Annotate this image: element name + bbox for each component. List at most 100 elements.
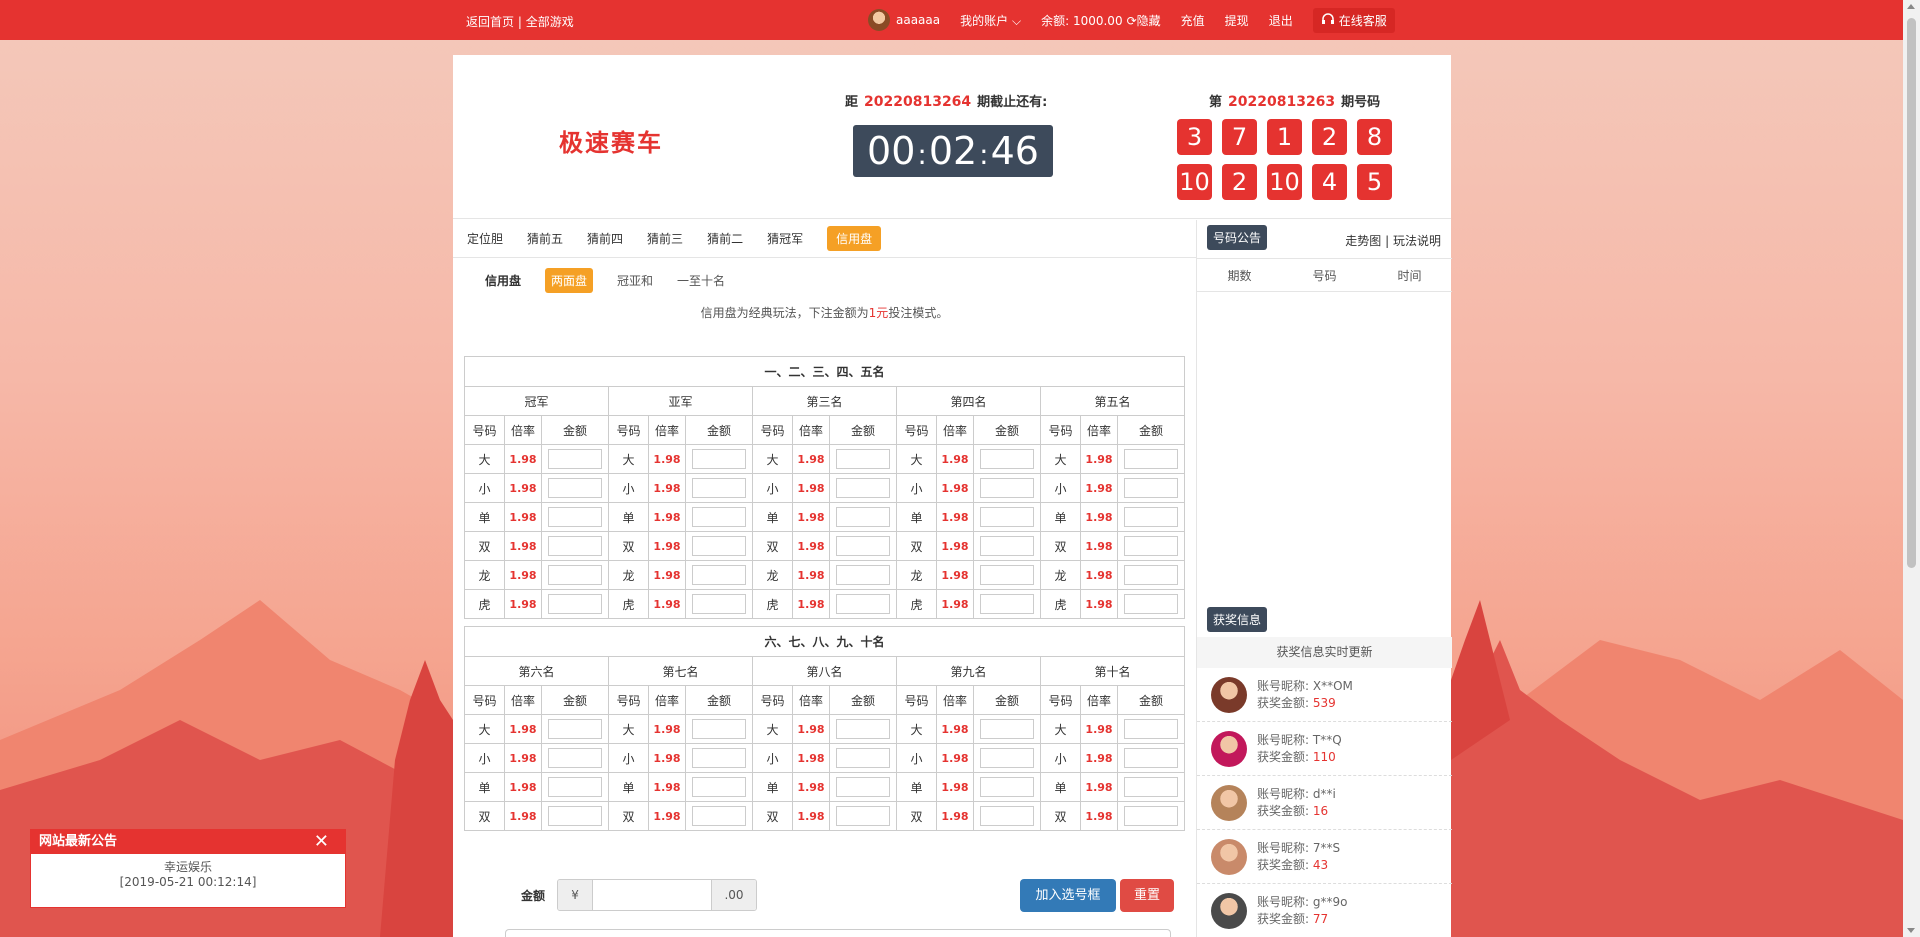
bet-amount-input[interactable] xyxy=(692,449,746,469)
bet-code[interactable]: 小 xyxy=(464,473,505,503)
bet-amount-input[interactable] xyxy=(1124,449,1179,469)
bet-code[interactable]: 龙 xyxy=(1040,560,1081,590)
bet-code[interactable]: 双 xyxy=(608,801,649,831)
bet-amount-input[interactable] xyxy=(836,565,890,585)
bet-code[interactable]: 单 xyxy=(608,772,649,802)
tab-6[interactable]: 信用盘 xyxy=(827,226,882,251)
bet-code[interactable]: 小 xyxy=(896,743,937,773)
bet-code[interactable]: 龙 xyxy=(464,560,505,590)
bet-code[interactable]: 虎 xyxy=(608,589,649,619)
user-avatar[interactable] xyxy=(868,9,890,31)
bet-amount-input[interactable] xyxy=(836,594,890,614)
bet-amount-input[interactable] xyxy=(1124,594,1179,614)
bet-code[interactable]: 小 xyxy=(1040,743,1081,773)
tab-2[interactable]: 猜前四 xyxy=(587,227,623,250)
bet-code[interactable]: 单 xyxy=(608,502,649,532)
bet-code[interactable]: 小 xyxy=(608,473,649,503)
bet-code[interactable]: 单 xyxy=(1040,502,1081,532)
bet-code[interactable]: 大 xyxy=(1040,714,1081,744)
bet-amount-input[interactable] xyxy=(1124,806,1179,826)
bet-amount-input[interactable] xyxy=(692,748,746,768)
scroll-up-icon[interactable] xyxy=(1907,4,1915,9)
bet-code[interactable]: 大 xyxy=(896,444,937,474)
bet-code[interactable]: 双 xyxy=(464,531,505,561)
tab-0[interactable]: 定位胆 xyxy=(467,227,503,250)
bet-amount-input[interactable] xyxy=(980,507,1034,527)
bet-code[interactable]: 单 xyxy=(752,772,793,802)
bet-code[interactable]: 双 xyxy=(752,531,793,561)
bet-amount-input[interactable] xyxy=(836,449,890,469)
rules-link[interactable]: 玩法说明 xyxy=(1393,234,1441,248)
bet-code[interactable]: 大 xyxy=(464,714,505,744)
scroll-thumb[interactable] xyxy=(1907,18,1916,568)
bet-amount-input[interactable] xyxy=(548,594,602,614)
bet-code[interactable]: 虎 xyxy=(464,589,505,619)
bet-amount-input[interactable] xyxy=(980,594,1034,614)
bet-code[interactable]: 大 xyxy=(752,444,793,474)
bet-code[interactable]: 龙 xyxy=(608,560,649,590)
bet-amount-input[interactable] xyxy=(980,449,1034,469)
bet-amount-input[interactable] xyxy=(836,777,890,797)
bet-amount-input[interactable] xyxy=(548,565,602,585)
all-games-link[interactable]: 全部游戏 xyxy=(526,15,574,29)
withdraw-link[interactable]: 提现 xyxy=(1225,12,1249,29)
bet-amount-input[interactable] xyxy=(836,719,890,739)
bet-code[interactable]: 大 xyxy=(608,714,649,744)
tab-4[interactable]: 猜前二 xyxy=(707,227,743,250)
subtab-champion-sum[interactable]: 冠亚和 xyxy=(617,272,653,289)
bet-amount-input[interactable] xyxy=(1124,719,1179,739)
bet-amount-input[interactable] xyxy=(548,719,602,739)
close-icon[interactable]: ✕ xyxy=(314,830,329,854)
bet-code[interactable]: 双 xyxy=(608,531,649,561)
bet-amount-input[interactable] xyxy=(1124,777,1179,797)
bet-code[interactable]: 大 xyxy=(608,444,649,474)
hide-balance-toggle[interactable]: ⟳隐藏 xyxy=(1127,12,1161,29)
bet-amount-input[interactable] xyxy=(980,719,1034,739)
bet-amount-input[interactable] xyxy=(1124,748,1179,768)
bet-amount-input[interactable] xyxy=(980,478,1034,498)
bet-amount-input[interactable] xyxy=(836,748,890,768)
bet-amount-input[interactable] xyxy=(548,449,602,469)
subtab-one-to-ten[interactable]: 一至十名 xyxy=(677,272,725,289)
bet-code[interactable]: 单 xyxy=(464,502,505,532)
bet-amount-input[interactable] xyxy=(1124,478,1179,498)
home-link[interactable]: 返回首页 xyxy=(466,15,514,29)
bet-amount-input[interactable] xyxy=(836,806,890,826)
bet-code[interactable]: 大 xyxy=(1040,444,1081,474)
bet-amount-input[interactable] xyxy=(980,565,1034,585)
bet-amount-input[interactable] xyxy=(692,565,746,585)
bet-amount-input[interactable] xyxy=(1124,536,1179,556)
bet-code[interactable]: 单 xyxy=(752,502,793,532)
bet-code[interactable]: 小 xyxy=(752,743,793,773)
bet-amount-input[interactable] xyxy=(548,536,602,556)
bet-code[interactable]: 单 xyxy=(1040,772,1081,802)
bet-amount-input[interactable] xyxy=(548,507,602,527)
bet-code[interactable]: 小 xyxy=(896,473,937,503)
tab-3[interactable]: 猜前三 xyxy=(647,227,683,250)
bet-amount-input[interactable] xyxy=(692,806,746,826)
bet-amount-input[interactable] xyxy=(692,507,746,527)
bet-amount-input[interactable] xyxy=(980,806,1034,826)
bet-amount-input[interactable] xyxy=(692,536,746,556)
bet-code[interactable]: 小 xyxy=(608,743,649,773)
bet-code[interactable]: 虎 xyxy=(896,589,937,619)
bet-code[interactable]: 小 xyxy=(464,743,505,773)
page-scrollbar[interactable] xyxy=(1903,0,1920,937)
win-info-badge[interactable]: 获奖信息 xyxy=(1207,607,1268,632)
bet-code[interactable]: 小 xyxy=(1040,473,1081,503)
scroll-down-icon[interactable] xyxy=(1907,928,1915,933)
bet-code[interactable]: 龙 xyxy=(752,560,793,590)
bet-amount-input[interactable] xyxy=(548,748,602,768)
online-service-button[interactable]: 在线客服 xyxy=(1312,7,1395,33)
bet-amount-input[interactable] xyxy=(548,777,602,797)
bet-code[interactable]: 双 xyxy=(464,801,505,831)
tab-1[interactable]: 猜前五 xyxy=(527,227,563,250)
tab-5[interactable]: 猜冠军 xyxy=(767,227,803,250)
bet-code[interactable]: 双 xyxy=(1040,531,1081,561)
bet-code[interactable]: 大 xyxy=(464,444,505,474)
number-notice-badge[interactable]: 号码公告 xyxy=(1207,225,1268,250)
bet-amount-input[interactable] xyxy=(836,536,890,556)
bet-amount-input[interactable] xyxy=(980,748,1034,768)
bet-code[interactable]: 虎 xyxy=(752,589,793,619)
amount-input[interactable] xyxy=(592,880,713,910)
